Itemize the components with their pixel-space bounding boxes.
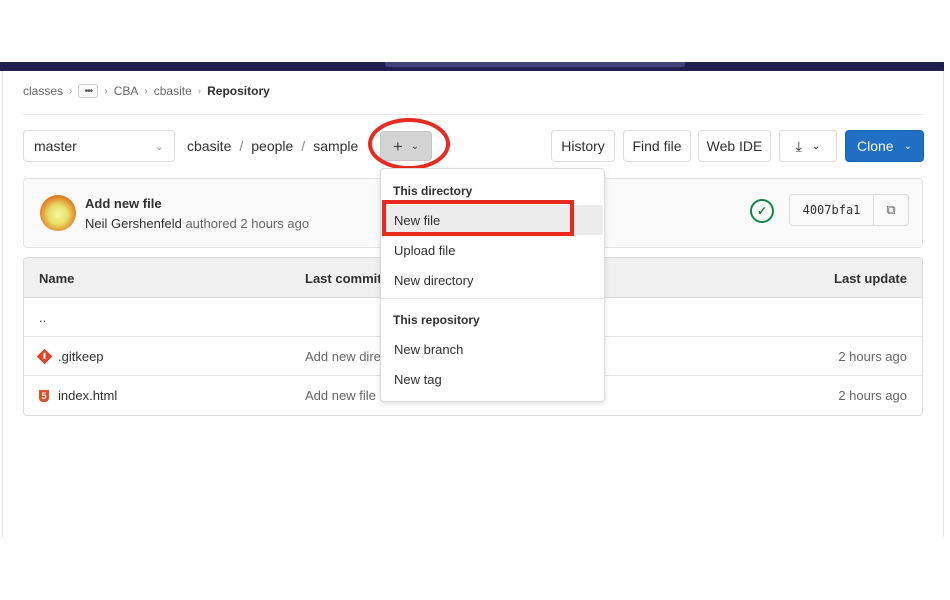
git-icon [36,348,53,365]
path-separator: / [239,138,244,154]
header-last-update: Last update [834,271,907,286]
breadcrumb-more-button[interactable]: ••• [78,84,99,98]
chevron-down-icon: ⌄ [154,140,164,153]
divider [23,114,923,115]
pipeline-status-icon[interactable]: ✓ [750,199,774,223]
web-ide-button[interactable]: Web IDE [698,130,771,162]
avatar[interactable] [40,195,76,231]
commit-sha[interactable]: 4007bfa1 [790,195,874,225]
menu-item-new-directory[interactable]: New directory [382,265,603,295]
dropdown-section-header: This repository [393,313,480,327]
menu-item-new-branch[interactable]: New branch [382,334,603,364]
breadcrumb-separator: › [104,85,108,97]
commit-author-line: Neil Gershenfeld authored 2 hours ago [85,216,309,231]
breadcrumb-classes[interactable]: classes [23,84,63,98]
add-dropdown-menu: This directory New file Upload file New … [380,168,605,402]
clone-button[interactable]: Clone ⌄ [845,130,924,162]
file-path: cbasite / people / sample [187,138,358,154]
breadcrumb-cba[interactable]: CBA [114,84,139,98]
breadcrumb-separator: › [69,85,73,97]
download-icon: ⤓ [795,137,802,154]
header-last-commit: Last commit [305,271,382,286]
add-to-tree-button[interactable]: + ⌄ [380,131,432,161]
breadcrumb: classes › ••• › CBA › cbasite › Reposito… [23,84,270,98]
chevron-down-icon: ⌄ [903,140,912,152]
file-name[interactable]: .. [39,310,46,325]
header-name: Name [39,271,75,286]
chevron-down-icon: ⌄ [811,140,821,152]
plus-icon: + [392,136,403,156]
path-segment-cbasite[interactable]: cbasite [187,138,231,154]
last-update: 2 hours ago [838,349,907,364]
commit-author[interactable]: Neil Gershenfeld [85,216,182,231]
menu-item-upload-file[interactable]: Upload file [382,235,603,265]
find-file-button[interactable]: Find file [623,130,691,162]
commit-title[interactable]: Add new file [85,196,162,211]
path-segment-people[interactable]: people [251,138,293,154]
history-button[interactable]: History [551,130,615,162]
breadcrumb-separator: › [144,85,148,97]
html5-icon: 5 [39,389,49,402]
commit-sha-group: 4007bfa1 ⧉ [789,194,909,226]
clone-label: Clone [857,138,894,154]
search-bar[interactable] [385,62,685,67]
branch-selector[interactable]: master ⌄ [23,130,175,162]
commit-meta: authored 2 hours ago [185,216,310,231]
copy-icon[interactable]: ⧉ [874,195,908,225]
file-name[interactable]: index.html [58,388,117,403]
commit-message[interactable]: Add new file [305,388,376,403]
chevron-down-icon: ⌄ [410,140,420,152]
dropdown-divider [381,298,604,299]
menu-item-new-file[interactable]: New file [382,205,603,235]
file-name[interactable]: .gitkeep [58,349,104,364]
dropdown-section-header: This directory [393,184,473,198]
top-navbar [0,62,944,71]
breadcrumb-current: Repository [207,84,270,98]
last-update: 2 hours ago [838,388,907,403]
branch-name: master [34,138,77,154]
breadcrumb-separator: › [197,85,202,97]
menu-item-new-tag[interactable]: New tag [382,364,603,394]
download-button[interactable]: ⤓ ⌄ [779,130,837,162]
path-separator: / [301,138,306,154]
path-segment-sample[interactable]: sample [313,138,358,154]
breadcrumb-cbasite[interactable]: cbasite [154,84,192,98]
